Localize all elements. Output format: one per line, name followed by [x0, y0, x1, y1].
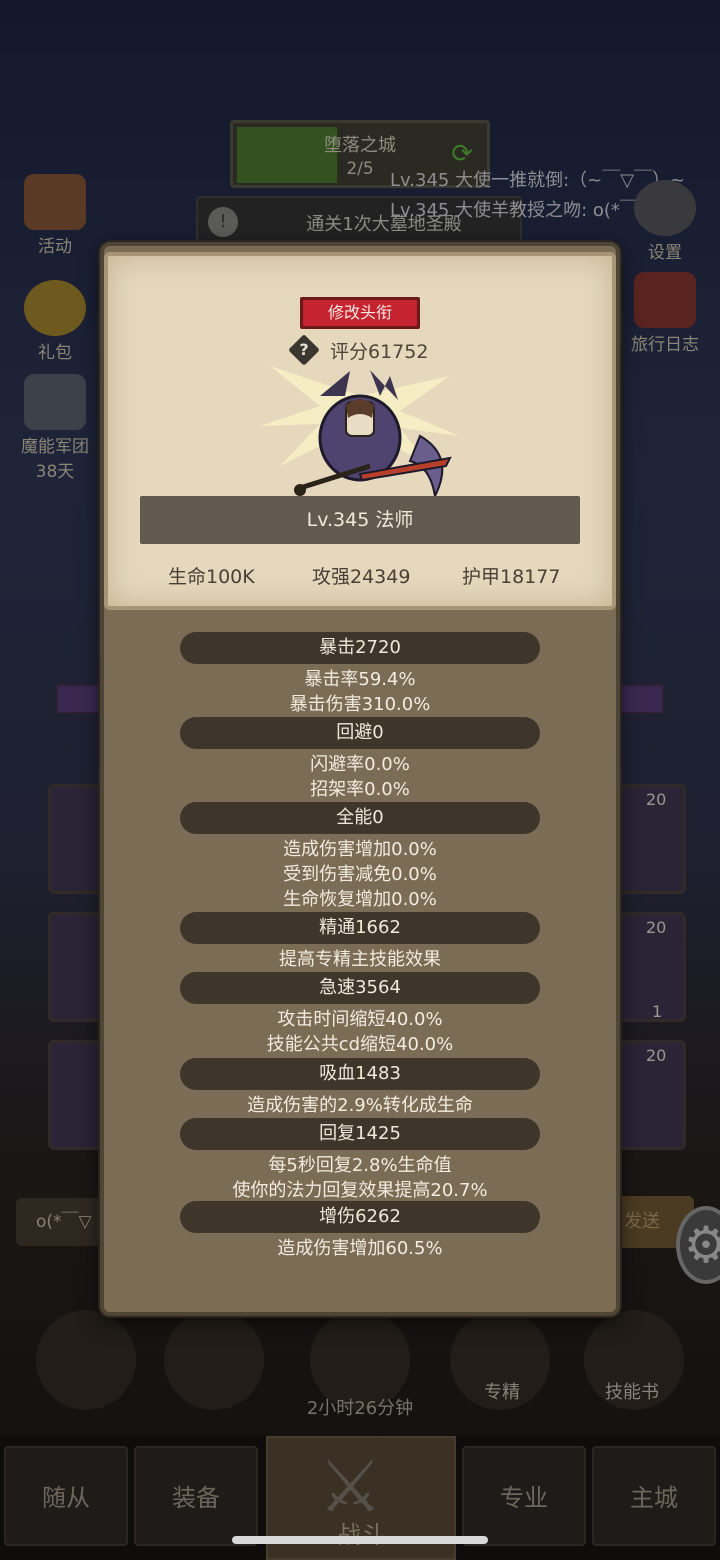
coin-icon: [24, 280, 86, 336]
side-button-label: 活动: [38, 237, 72, 257]
slot-count: 20: [646, 1046, 667, 1065]
stat-header-mastery: 精通1662: [180, 912, 540, 944]
chat-line: Lv.345 大使羊教授之吻: o(*￣: [390, 200, 638, 221]
stat-header-regen: 回复1425: [180, 1118, 540, 1150]
book-icon: [634, 272, 696, 328]
scroll-icon: [24, 174, 86, 230]
side-button-label: 设置: [648, 243, 682, 263]
stat-detail: 造成伤害的2.9%转化成生命: [247, 1095, 473, 1116]
stat-detail: 攻击时间缩短40.0%: [277, 1009, 443, 1030]
side-button-activity[interactable]: 活动: [10, 174, 100, 257]
side-button-label: 魔能军团: [21, 437, 89, 457]
stat-detail: 招架率0.0%: [310, 779, 410, 800]
stat-health: 生命100K: [168, 566, 255, 588]
edit-title-button[interactable]: 修改头衔: [300, 297, 420, 329]
score-value: 评分61752: [330, 341, 429, 363]
stat-header-leech: 吸血1483: [180, 1058, 540, 1090]
stat-header-damage-increase: 增伤6262: [180, 1201, 540, 1233]
stat-detail: 暴击伤害310.0%: [289, 694, 431, 715]
mage-character-sprite: [260, 366, 460, 500]
stat-detail: 受到伤害减免0.0%: [283, 864, 437, 885]
alert-icon: !: [208, 207, 238, 237]
potion-button[interactable]: [36, 1310, 136, 1410]
side-button-legion[interactable]: 魔能军团 38天: [10, 374, 100, 482]
slot-count: 1: [652, 1002, 663, 1021]
stat-detail: 技能公共cd缩短40.0%: [266, 1034, 454, 1055]
tab-equipment[interactable]: 装备: [134, 1446, 258, 1546]
tab-battle-label: 战斗: [337, 1521, 385, 1549]
side-button-sublabel: 38天: [35, 462, 75, 482]
stat-header-haste: 急速3564: [180, 972, 540, 1004]
stat-armor: 护甲18177: [462, 566, 561, 588]
score-row: ? 评分61752: [288, 334, 450, 366]
tab-followers[interactable]: 随从: [4, 1446, 128, 1546]
stat-detail: 造成伤害增加60.5%: [277, 1238, 443, 1259]
stat-header-crit: 暴击2720: [180, 632, 540, 664]
home-indicator[interactable]: [232, 1536, 488, 1544]
stat-detail: 生命恢复增加0.0%: [283, 889, 437, 910]
skill-book-label: 技能书: [605, 1382, 659, 1403]
slot-count: 20: [646, 790, 667, 809]
stat-detail: 每5秒回复2.8%生命值: [268, 1155, 452, 1176]
stat-header-versatility: 全能0: [180, 802, 540, 834]
stage-name: 堕落之城: [324, 135, 396, 156]
crossed-swords-icon: ⚔: [318, 1444, 383, 1528]
chest-timer: 2小时26分钟: [306, 1398, 414, 1419]
tab-main-city[interactable]: 主城: [592, 1446, 716, 1546]
helmet-icon: [24, 374, 86, 430]
side-button-settings[interactable]: 设置: [620, 180, 710, 263]
stat-attack-power: 攻强24349: [312, 566, 411, 588]
stat-detail: 提高专精主技能效果: [279, 949, 441, 970]
stat-detail: 使你的法力回复效果提高20.7%: [232, 1180, 488, 1201]
stat-detail: 暴击率59.4%: [304, 669, 416, 690]
side-button-gift[interactable]: 礼包: [10, 280, 100, 363]
question-mark-icon: ?: [299, 340, 309, 359]
side-button-label: 礼包: [38, 343, 72, 363]
side-button-travel-log[interactable]: 旅行日志: [620, 272, 710, 355]
stat-detail: 闪避率0.0%: [310, 754, 410, 775]
stat-detail: 造成伤害增加0.0%: [283, 839, 437, 860]
gear-icon: [634, 180, 696, 236]
slot-count: 20: [646, 918, 667, 937]
stat-header-avoidance: 回避0: [180, 717, 540, 749]
side-button-label: 旅行日志: [631, 335, 699, 355]
level-class-bar: Lv.345 法师: [140, 496, 580, 544]
refresh-icon[interactable]: ⟳: [451, 139, 473, 169]
tab-profession[interactable]: 专业: [462, 1446, 586, 1546]
